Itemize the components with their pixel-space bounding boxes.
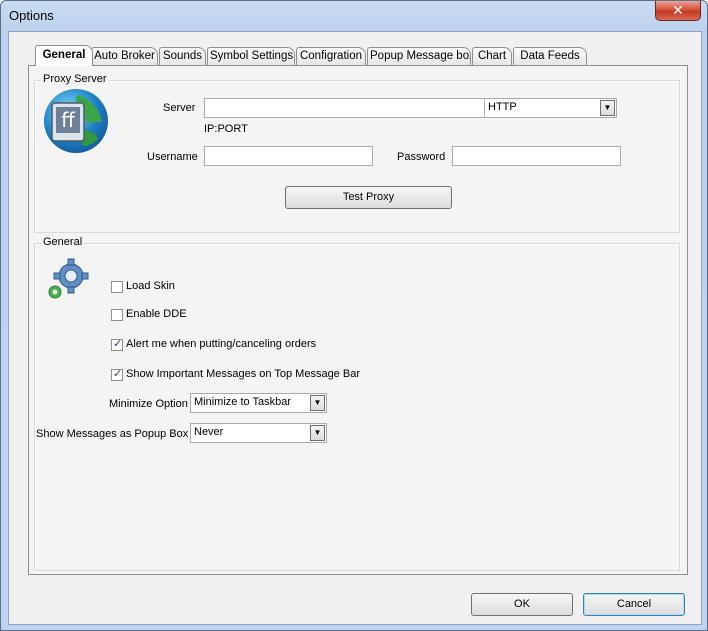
general-group: General Load Skin Enable DDE ✓ Alert me … (34, 236, 680, 571)
minimize-option-label: Minimize Option (109, 398, 188, 410)
server-input[interactable] (204, 98, 485, 118)
server-label: Server (163, 102, 196, 114)
general-group-title: General (41, 236, 85, 248)
tab-auto-broker[interactable]: Auto Broker (91, 47, 158, 65)
tab-general[interactable]: General (35, 45, 93, 66)
close-button[interactable]: ✕ (655, 1, 701, 21)
tab-configration[interactable]: Configration (296, 47, 366, 65)
show-top-messages-label: Show Important Messages on Top Message B… (126, 368, 360, 380)
load-skin-checkbox[interactable] (111, 281, 123, 293)
tab-symbol-settings[interactable]: Symbol Settings (207, 47, 295, 65)
protocol-select[interactable]: HTTP ▼ (484, 98, 617, 118)
enable-dde-label: Enable DDE (126, 308, 187, 320)
alert-orders-checkbox[interactable] (111, 337, 123, 351)
cancel-button[interactable]: Cancel (583, 593, 685, 616)
password-input[interactable] (452, 146, 621, 166)
gears-icon (45, 258, 91, 305)
password-label: Password (397, 151, 446, 163)
svg-text:ff: ff (61, 108, 76, 132)
chevron-down-icon[interactable]: ▼ (310, 425, 325, 441)
popup-messages-value: Never (194, 426, 224, 438)
popup-messages-select[interactable]: Never ▼ (190, 423, 327, 443)
username-label: Username (147, 151, 198, 163)
show-top-messages-checkbox[interactable] (111, 367, 123, 381)
popup-messages-label: Show Messages as Popup Box (36, 428, 189, 440)
proxy-server-group: Proxy Server ff Server HTTP ▼ IP:PORT Us… (34, 73, 680, 233)
enable-dde-checkbox[interactable] (111, 309, 123, 321)
ok-button[interactable]: OK (471, 593, 573, 616)
globe-icon: ff (44, 89, 108, 153)
test-proxy-button[interactable]: Test Proxy (285, 186, 452, 209)
tab-sounds[interactable]: Sounds (159, 47, 206, 65)
alert-orders-label: Alert me when putting/canceling orders (126, 338, 317, 350)
tab-panel-general: Proxy Server ff Server HTTP ▼ IP:PORT Us… (28, 65, 688, 575)
minimize-option-select[interactable]: Minimize to Taskbar ▼ (190, 393, 327, 413)
chevron-down-icon[interactable]: ▼ (310, 395, 325, 411)
chevron-down-icon[interactable]: ▼ (600, 100, 615, 116)
proxy-group-title: Proxy Server (41, 73, 109, 85)
tab-chart[interactable]: Chart (472, 47, 512, 65)
load-skin-label: Load Skin (126, 280, 175, 292)
window-title: Options (9, 8, 54, 23)
username-input[interactable] (204, 146, 373, 166)
tab-popup-message-box[interactable]: Popup Message box (367, 47, 471, 65)
protocol-select-value: HTTP (488, 101, 517, 113)
minimize-option-value: Minimize to Taskbar (194, 396, 291, 408)
dialog-client: General Auto Broker Sounds Symbol Settin… (8, 31, 702, 625)
options-window: Options ✕ General Auto Broker Sounds Sym… (0, 0, 708, 631)
server-hint: IP:PORT (204, 123, 248, 135)
tab-data-feeds[interactable]: Data Feeds (513, 47, 587, 65)
